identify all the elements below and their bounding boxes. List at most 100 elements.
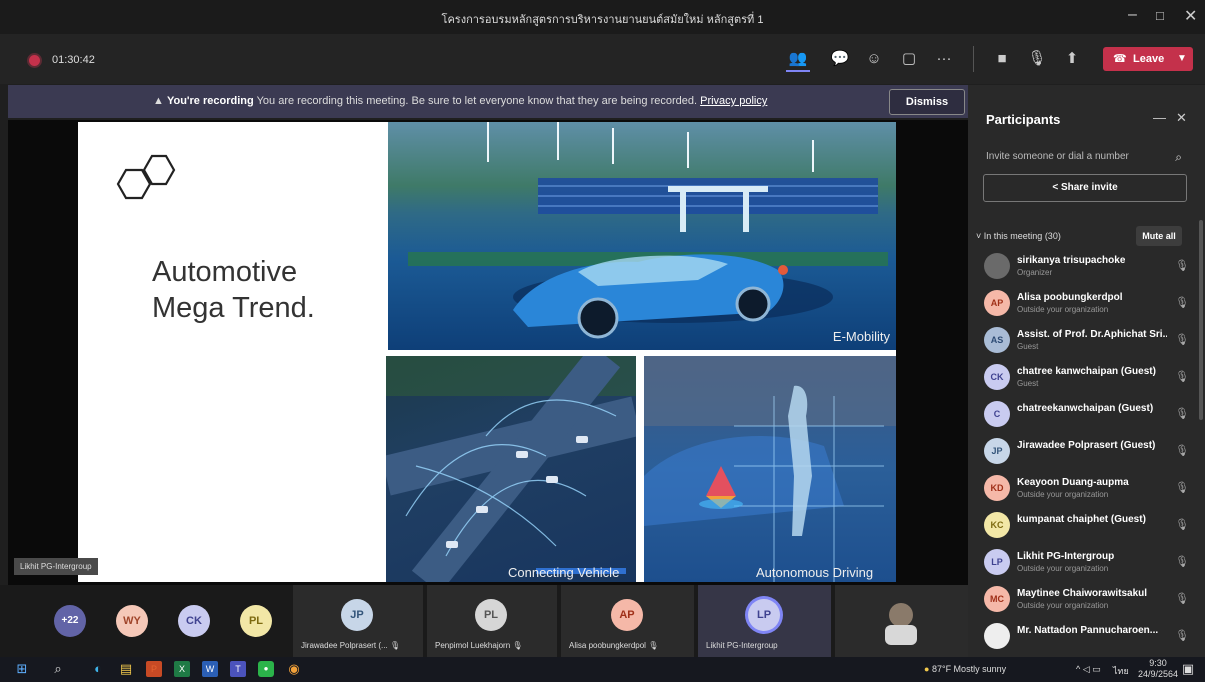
participant-row[interactable]: KD Keayoon Duang-aupma Outside your organi… (984, 472, 1189, 504)
window-title: โครงการอบรมหลักสูตรการบริหารงานยานยนต์สม… (441, 14, 764, 26)
tile-avatar: JP (341, 599, 373, 631)
invite-search-input[interactable]: Invite someone or dial a number ⌕ (986, 143, 1186, 171)
dismiss-button[interactable]: Dismiss (889, 89, 965, 115)
participant-row[interactable]: Mr. Nattadon Pannucharoen... 🎙 (984, 620, 1189, 652)
file-explorer-icon[interactable]: ▤ (118, 661, 134, 677)
participant-name: Jirawadee Polprasert (Guest) (1017, 440, 1156, 451)
weather-widget[interactable]: ● 87°F Mostly sunny (924, 664, 1006, 674)
excel-icon[interactable]: X (174, 661, 190, 677)
participant-row[interactable]: AP Alisa poobungkerdpol Outside your organ… (984, 287, 1189, 319)
mic-muted-icon: 🎙 (648, 641, 659, 650)
recording-message: ▲ You're recording You are recording thi… (153, 95, 767, 107)
mic-muted-icon[interactable]: 🎙 (1175, 444, 1189, 457)
clock-date: 24/9/2564 (1138, 669, 1179, 679)
tile-name: Jirawadee Polprasert (... 🎙 (301, 641, 400, 650)
word-icon[interactable]: W (202, 661, 218, 677)
camera-icon[interactable]: ■ (990, 48, 1014, 70)
participant-role: Outside your organization (1017, 305, 1109, 314)
tile-name-text: Penpimol Luekhajorn (435, 641, 511, 650)
reactions-icon[interactable]: ☺ (862, 48, 886, 70)
video-tile-ap[interactable]: AP Alisa poobungkerdpol 🎙 (561, 585, 694, 657)
in-meeting-toggle[interactable]: ˅ In this meeting (30) (976, 231, 1061, 241)
participant-avatar-pl[interactable]: PL (240, 605, 272, 637)
participant-row[interactable]: sirikanya trisupachoke Organizer 🎙 (984, 250, 1189, 282)
share-screen-icon[interactable]: ⬆ (1060, 48, 1084, 70)
mic-muted-icon[interactable]: 🎙 (1025, 48, 1049, 70)
privacy-policy-link[interactable]: Privacy policy (700, 95, 767, 107)
tile-avatar: AP (611, 599, 643, 631)
e-mobility-caption: E-Mobility (832, 329, 890, 344)
mic-muted-icon[interactable]: 🎙 (1175, 481, 1189, 494)
edge-browser-icon[interactable]: ◐ (90, 661, 106, 677)
camera-feed-thumbnail (885, 603, 917, 645)
mute-all-button[interactable]: Mute all (1136, 226, 1182, 246)
participant-row[interactable]: Cchatreekanwchaipan (Guest) 🎙 (984, 398, 1189, 430)
participant-name: Alisa poobungkerdpol (1017, 292, 1123, 303)
autonomous-driving-image: Autonomous Driving (644, 356, 896, 582)
tile-avatar-speaking: LP (748, 599, 780, 631)
participant-avatar-ck[interactable]: CK (178, 605, 210, 637)
tile-name-text: Jirawadee Polprasert (... (301, 641, 388, 650)
video-tile-jp[interactable]: JP Jirawadee Polprasert (... 🎙 (293, 585, 423, 657)
participants-icon[interactable]: 👥 (786, 48, 810, 72)
chat-icon[interactable]: 💬 (828, 48, 852, 70)
search-icon[interactable]: ⌕ (50, 661, 66, 677)
video-tile-lp[interactable]: LP Likhit PG-Intergroup (698, 585, 831, 657)
maximize-icon[interactable]: □ (1156, 8, 1164, 23)
mic-muted-icon[interactable]: 🎙 (1175, 333, 1189, 346)
participant-name: kumpanat chaiphet (Guest) (1017, 514, 1146, 525)
share-invite-button[interactable]: < Share invite (983, 174, 1187, 202)
leave-button[interactable]: ☎ Leave ▼ (1103, 47, 1193, 71)
mic-muted-icon[interactable]: 🎙 (1175, 407, 1189, 420)
participant-row[interactable]: CK chatree kanwchaipan (Guest) Guest 🎙 (984, 361, 1189, 393)
participant-role: Guest (1017, 379, 1039, 388)
minimize-icon[interactable]: – (1128, 6, 1137, 24)
rooms-icon[interactable]: ▢ (897, 48, 921, 70)
mic-muted-icon: 🎙 (512, 641, 523, 650)
participant-row[interactable]: AS Assist. of Prof. Dr.Aphichat Sri... Gue… (984, 324, 1189, 356)
invite-placeholder: Invite someone or dial a number (986, 151, 1129, 162)
mic-muted-icon[interactable]: 🎙 (1175, 296, 1189, 309)
clock[interactable]: 9:30 24/9/2564 (1138, 658, 1178, 680)
mic-muted-icon[interactable]: 🎙 (1175, 555, 1189, 568)
phone-icon: ☎ (1113, 53, 1127, 65)
participant-name: Maytinee Chaiworawitsakul (1017, 588, 1148, 599)
mic-muted-icon[interactable]: 🎙 (1175, 259, 1189, 272)
notifications-icon[interactable]: ▣ (1180, 661, 1196, 677)
connecting-vehicle-image: Connecting Vehicle (386, 356, 636, 582)
participant-row[interactable]: MC Maytinee Chaiworawitsakul Outside your … (984, 583, 1189, 615)
pop-out-icon[interactable]: — (1153, 110, 1166, 125)
mic-muted-icon[interactable]: 🎙 (1175, 629, 1189, 642)
e-mobility-illustration (408, 122, 888, 339)
participant-row[interactable]: JP Jirawadee Polprasert (Guest) 🎙 (984, 435, 1189, 467)
close-icon[interactable]: ✕ (1184, 6, 1197, 26)
mic-muted-icon[interactable]: 🎙 (1175, 370, 1189, 383)
teams-icon[interactable]: T (230, 661, 246, 677)
presenter-name-tag: Likhit PG-Intergroup (14, 558, 98, 575)
mic-muted-icon[interactable]: 🎙 (1175, 592, 1189, 605)
participant-role: Organizer (1017, 268, 1053, 277)
recording-text: You are recording this meeting. Be sure … (256, 95, 698, 107)
mic-muted-icon[interactable]: 🎙 (1175, 518, 1189, 531)
close-panel-icon[interactable]: ✕ (1176, 110, 1187, 126)
powerpoint-icon[interactable]: P (146, 661, 162, 677)
chevron-down-icon[interactable]: ▼ (1177, 47, 1187, 71)
line-app-icon[interactable]: ● (258, 661, 274, 677)
language-indicator[interactable]: ไทย (1113, 664, 1129, 678)
tray-icons[interactable]: ^ ◁ ▭ (1076, 664, 1101, 675)
participant-row[interactable]: KC kumpanat chaiphet (Guest) 🎙 (984, 509, 1189, 541)
video-tile-camera[interactable] (835, 585, 968, 657)
tile-name: Alisa poobungkerdpol 🎙 (569, 641, 658, 650)
chrome-icon[interactable]: ◉ (286, 661, 302, 677)
participant-avatar-wy[interactable]: WY (116, 605, 148, 637)
more-actions-icon[interactable]: ··· (932, 48, 956, 70)
tile-avatar: PL (475, 599, 507, 631)
windows-start-icon[interactable]: ⊞ (14, 661, 30, 677)
participant-row[interactable]: LP Likhit PG-Intergroup Outside your organ… (984, 546, 1189, 578)
participants-scrollbar[interactable] (1199, 220, 1203, 420)
more-participants-badge[interactable]: +22 (54, 605, 86, 637)
participant-name: sirikanya trisupachoke (1017, 255, 1126, 266)
video-tile-pl[interactable]: PL Penpimol Luekhajorn 🎙 (427, 585, 557, 657)
tile-name-text: Alisa poobungkerdpol (569, 641, 646, 650)
search-icon[interactable]: ⌕ (1175, 143, 1182, 171)
